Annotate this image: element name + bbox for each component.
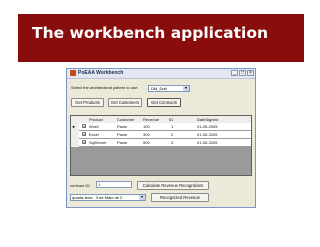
cell-revenue: 100 (143, 124, 150, 129)
cell-product: SqlServer (89, 140, 107, 145)
date-value: quarta-feira , 3 de Maio de 2 (72, 195, 123, 200)
cell-customer: Paulo (117, 124, 128, 129)
expand-icon[interactable]: + (82, 140, 86, 145)
minimize-button[interactable]: _ (231, 70, 238, 76)
column-header[interactable]: Revenue (143, 116, 159, 123)
cell-date: 01-05-2005 (197, 124, 218, 129)
slide-title: The workbench application (32, 24, 269, 42)
workbench-window: PoEAA Workbench _ □ × Select the archite… (66, 68, 256, 208)
calculate-revenue-button[interactable]: Calculate Revenue Recognitions (137, 181, 209, 190)
table-row[interactable]: + Excel Paulo 300 2 01-05-2005 (79, 131, 251, 138)
cell-id: 2 (171, 132, 174, 137)
current-row-icon: ► (72, 124, 76, 129)
cell-revenue: 300 (143, 132, 150, 137)
row-selector-column: ► (71, 123, 79, 147)
cell-product: Excel (89, 132, 99, 137)
cell-customer: Paulo (117, 140, 128, 145)
chevron-down-icon[interactable]: ▼ (183, 86, 189, 91)
pattern-value: DM_Ddd (151, 86, 167, 91)
get-products-button[interactable]: Get Products (71, 98, 104, 107)
window-title: PoEAA Workbench (78, 70, 124, 76)
cell-customer: Paulo (117, 132, 128, 137)
pattern-label: Select the architectural pattern to use: (71, 85, 139, 90)
maximize-button[interactable]: □ (239, 70, 246, 76)
chevron-down-icon[interactable]: ▼ (139, 195, 145, 200)
cell-product: Word (89, 124, 99, 129)
expand-icon[interactable]: + (82, 132, 86, 137)
date-picker[interactable]: quarta-feira , 3 de Maio de 2 ▼ (70, 194, 146, 201)
column-header[interactable]: Product (89, 116, 103, 123)
title-banner: The workbench application (18, 14, 304, 62)
cell-date: 01-05-2005 (197, 132, 218, 137)
column-header[interactable]: ID (169, 116, 173, 123)
cell-revenue: 500 (143, 140, 150, 145)
get-contracts-button[interactable]: Get Contracts (147, 98, 181, 107)
pattern-select[interactable]: DM_Ddd ▼ (148, 85, 190, 92)
app-icon (70, 70, 76, 76)
contract-id-field[interactable]: 1 (96, 181, 132, 188)
table-row[interactable]: + Word Paulo 100 1 01-05-2005 (79, 123, 251, 130)
expand-icon[interactable]: + (82, 124, 86, 129)
cell-date: 01-05-2005 (197, 140, 218, 145)
window-titlebar[interactable]: PoEAA Workbench _ □ × (67, 69, 255, 79)
column-header[interactable]: Customer (117, 116, 134, 123)
contract-id-label: contract ID: (70, 183, 91, 188)
table-row[interactable]: + SqlServer Paulo 500 3 01-05-2005 (79, 139, 251, 146)
cell-id: 1 (171, 124, 174, 129)
cell-id: 3 (171, 140, 174, 145)
get-customers-button[interactable]: Get Customers (108, 98, 142, 107)
contracts-grid: Product Customer Revenue ID DateSigned ►… (70, 115, 252, 176)
close-button[interactable]: × (247, 70, 254, 76)
column-header[interactable]: DateSigned (197, 116, 218, 123)
recognized-revenue-button[interactable]: Recognized Revenue (151, 193, 209, 202)
